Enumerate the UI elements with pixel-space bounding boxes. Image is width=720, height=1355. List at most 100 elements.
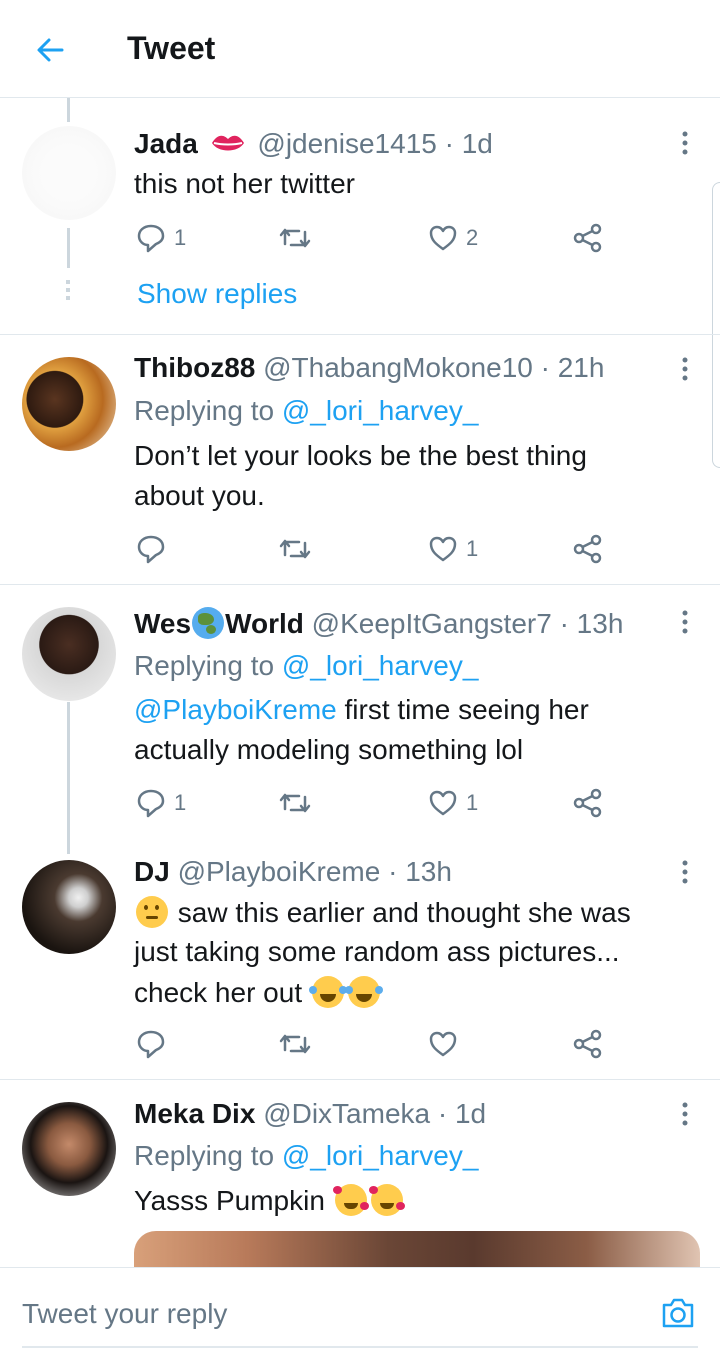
retweet-icon [279,228,311,248]
reply-button[interactable] [136,1028,166,1060]
replying-to-handle[interactable]: @_lori_harvey_ [282,650,479,681]
tweet-text: this not her twitter [134,168,355,199]
share-icon [573,788,602,818]
tweet-text: check her out [134,976,383,1009]
like-icon [429,790,457,816]
tweet-text: about you. [134,480,265,511]
tweet-text: saw this earlier and thought she was [134,896,631,929]
timestamp: · 21h [540,352,605,383]
replying-to-label: Replying to [134,395,275,426]
replying-to: Replying to @_lori_harvey_ [134,650,478,682]
tweet-header: Jada @jdenise1415 · 1d [134,128,493,160]
kiss-lips-icon [210,130,246,154]
like-icon [429,1031,457,1057]
avatar[interactable] [22,1102,116,1196]
reply-input[interactable]: Tweet your reply [22,1298,227,1330]
reply-count: 1 [174,790,187,815]
like-count: 1 [466,790,479,815]
divider [0,334,720,335]
replying-to: Replying to @_lori_harvey_ [134,395,478,427]
author-name-part2[interactable]: World [225,608,304,639]
tweet-header: DJ @PlayboiKreme · 13h [134,856,452,888]
tweet-text-part: saw this earlier and thought she was [177,897,631,928]
author-handle[interactable]: @PlayboiKreme [178,856,381,887]
timestamp: · 1d [437,1098,487,1129]
retweet-button[interactable] [277,533,313,565]
like-button[interactable] [428,1028,458,1060]
tweet-header: Meka Dix @DixTameka · 1d [134,1098,486,1130]
app-header: Tweet [0,0,720,98]
like-count: 1 [466,536,479,561]
author-handle[interactable]: @jdenise1415 [257,128,436,159]
author-name[interactable]: Thiboz88 [134,352,255,383]
thread-dots [66,280,70,302]
retweet-button[interactable] [277,787,313,819]
show-replies-link[interactable]: Show replies [137,278,297,310]
share-button[interactable] [573,1028,603,1060]
tweet-text-part: Yasss Pumpkin [134,1185,325,1216]
share-button[interactable] [573,222,603,254]
tweet-header: Wes World @KeepItGangster7 · 13h [134,607,623,640]
avatar[interactable] [22,357,116,451]
author-name[interactable]: Jada [134,128,198,159]
like-button[interactable]: 1 [428,787,478,819]
reply-button[interactable]: 1 [136,787,186,819]
reply-icon [137,535,165,564]
like-count: 2 [466,225,479,250]
avatar[interactable] [22,607,116,701]
replying-to: Replying to @_lori_harvey_ [134,1140,478,1172]
like-icon [429,225,457,251]
more-vert-icon[interactable] [672,607,698,637]
retweet-icon [279,1034,311,1054]
reply-button[interactable]: 1 [136,222,186,254]
author-name-part1[interactable]: Wes [134,608,191,639]
timestamp: · 1d [444,128,493,159]
tears-of-joy-emoji-icon [344,976,383,1008]
replying-to-label: Replying to [134,650,275,681]
reply-icon [137,1030,165,1059]
reply-composer: Tweet your reply [0,1267,720,1355]
retweet-button[interactable] [277,1028,313,1060]
back-arrow-icon[interactable] [30,30,70,70]
replying-to-handle[interactable]: @_lori_harvey_ [282,395,479,426]
like-icon [429,536,457,562]
smiling-face-with-hearts-emoji-icon [332,1184,369,1216]
timestamp: · 13h [388,856,452,887]
author-name[interactable]: DJ [134,856,170,887]
avatar[interactable] [22,860,116,954]
tweet-header: Thiboz88 @ThabangMokone10 · 21h [134,352,604,384]
like-button[interactable]: 1 [428,533,478,565]
reply-count: 1 [174,225,187,250]
more-vert-icon[interactable] [672,128,698,158]
share-button[interactable] [573,533,603,565]
like-button[interactable]: 2 [428,222,478,254]
mention-link[interactable]: @PlayboiKreme [134,694,337,725]
more-vert-icon[interactable] [672,1099,698,1129]
retweet-icon [279,539,311,559]
thinking-face-emoji-icon [136,896,168,928]
thread-line [67,228,70,268]
more-vert-icon[interactable] [672,354,698,384]
more-vert-icon[interactable] [672,857,698,887]
scrollbar[interactable] [712,182,720,468]
reply-input-underline [22,1346,698,1348]
thread-line [67,702,70,854]
author-handle[interactable]: @DixTameka [263,1098,430,1129]
reply-button[interactable] [136,533,174,565]
avatar[interactable] [22,126,116,220]
tweet-text: Yasss Pumpkin [134,1184,405,1217]
tweet-text: just taking some random ass pictures... [134,936,620,967]
author-handle[interactable]: @KeepItGangster7 [312,608,552,639]
retweet-button[interactable] [277,222,313,254]
share-icon [573,534,602,564]
camera-icon[interactable] [660,1296,696,1330]
tweet-text-part: check her out [134,977,303,1008]
globe-emoji-icon [192,607,225,639]
reply-icon [137,224,165,253]
divider [0,584,720,585]
replying-to-handle[interactable]: @_lori_harvey_ [282,1140,479,1171]
share-button[interactable] [573,787,603,819]
tweet-text: Don’t let your looks be the best thing [134,440,587,471]
author-handle[interactable]: @ThabangMokone10 [263,352,533,383]
author-name[interactable]: Meka Dix [134,1098,255,1129]
